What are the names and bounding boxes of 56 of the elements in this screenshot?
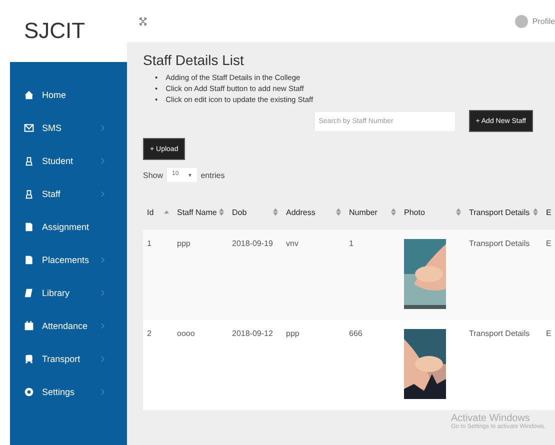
table-cell: 666 — [345, 320, 400, 410]
person-icon — [24, 188, 34, 198]
table-cell: Transport Details — [465, 230, 542, 320]
column-header[interactable]: Photo — [400, 194, 465, 230]
expand-icon[interactable] — [139, 16, 147, 26]
sort-icon[interactable] — [391, 208, 396, 216]
table-cell: 2018-09-12 — [228, 320, 282, 410]
table-cell: 2018-09-19 — [228, 230, 282, 320]
sidebar-item[interactable]: Settings — [10, 375, 127, 408]
table-cell: E — [542, 320, 555, 410]
table-cell: 2 — [143, 320, 173, 410]
document-icon — [24, 222, 34, 232]
table-cell: ppp — [173, 230, 228, 320]
home-icon — [24, 90, 34, 100]
calendar-icon — [24, 320, 34, 330]
sidebar-item[interactable]: Transport — [10, 342, 127, 375]
sort-icon[interactable] — [533, 208, 538, 216]
sort-up-icon[interactable] — [164, 210, 169, 214]
table-cell: oooo — [173, 320, 228, 410]
sidebar-item[interactable]: Placements — [10, 243, 127, 276]
table-cell: vnv — [282, 230, 345, 320]
column-header[interactable]: Dob — [228, 194, 282, 230]
table-cell: Transport Details — [465, 320, 542, 410]
column-header[interactable]: Address — [282, 194, 345, 230]
column-header[interactable]: Id — [143, 194, 173, 230]
sort-icon[interactable] — [273, 208, 278, 216]
column-header[interactable]: Number — [345, 194, 400, 230]
entries-label: entries — [200, 170, 225, 180]
sidebar-item[interactable]: Library — [10, 276, 127, 309]
table-cell: ppp — [282, 320, 345, 410]
table-cell: E — [542, 230, 555, 320]
sidebar-item[interactable]: Attendance — [10, 309, 127, 342]
column-header[interactable]: Transport Details — [465, 194, 542, 230]
envelope-icon — [24, 122, 34, 132]
settings-icon — [24, 386, 34, 396]
avatar[interactable] — [515, 14, 528, 28]
sidebar-item[interactable]: Staff — [10, 177, 127, 210]
sidebar-item[interactable]: SMS — [10, 111, 127, 144]
sidebar-item[interactable]: Assignment — [10, 210, 127, 243]
sort-icon[interactable] — [456, 208, 461, 216]
sidebar-item[interactable]: Student — [10, 144, 127, 177]
column-header[interactable]: E — [542, 194, 555, 230]
table-cell: 1 — [143, 230, 173, 320]
sort-icon[interactable] — [219, 208, 224, 216]
document-icon — [24, 254, 34, 264]
column-header[interactable]: Staff Name — [173, 194, 228, 230]
show-label: Show — [143, 170, 164, 180]
profile-link[interactable]: Profile — [532, 16, 555, 26]
person-icon — [24, 156, 34, 166]
table-cell: 1 — [345, 230, 400, 320]
sidebar-item[interactable]: Home — [10, 78, 127, 111]
bus-icon — [24, 354, 34, 364]
activation-title: Activate Windows — [451, 413, 530, 424]
sort-icon[interactable] — [336, 208, 341, 216]
page-title: Staff Details List — [143, 52, 245, 68]
book-icon — [24, 288, 34, 298]
